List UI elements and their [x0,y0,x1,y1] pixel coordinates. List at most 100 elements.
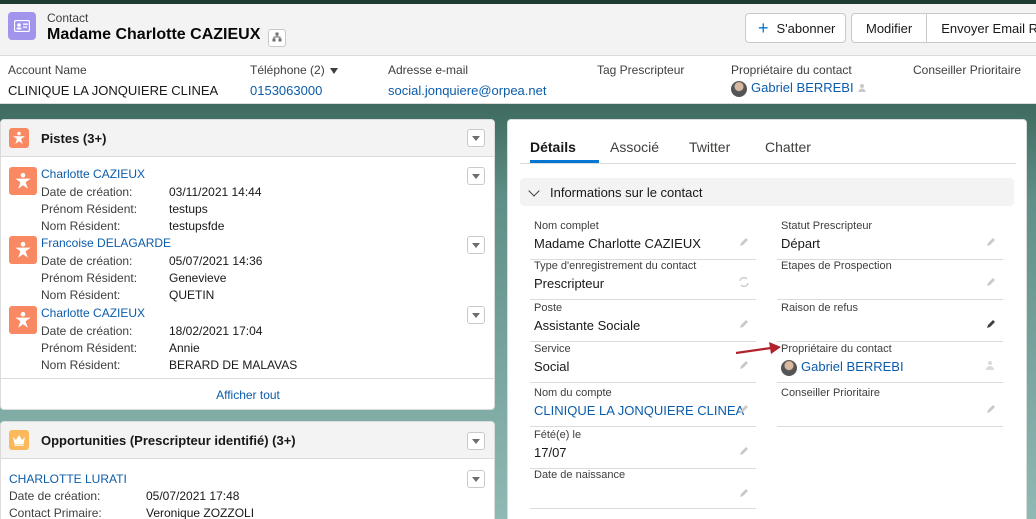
details-panel: Détails Associé Twitter Chatter Informat… [507,119,1027,519]
tab-chatter[interactable]: Chatter [765,139,811,155]
tab-twitter[interactable]: Twitter [689,139,730,155]
divider [1,378,494,379]
owner-link[interactable]: Gabriel BERREBI [751,80,854,95]
chevron-down-icon [528,185,540,197]
opportunities-card-menu-button[interactable] [467,432,485,450]
tag-label: Tag Prescripteur [597,63,685,77]
leads-card: Pistes (3+) Charlotte CAZIEUX Date de cr… [0,119,495,410]
highlight-owner: Propriétaire du contact Gabriel BERREBI [731,63,868,97]
contact-icon [8,12,36,40]
pencil-icon[interactable] [738,318,750,330]
section-contact-info[interactable]: Informations sur le contact [520,178,1014,206]
pencil-icon[interactable] [738,445,750,457]
record-header-top: Contact Madame Charlotte CAZIEUX + S'abo… [0,4,1036,56]
field-birthdate: Date de naissance [530,469,756,509]
highlight-account: Account Name CLINIQUE LA JONQUIERE CLINE… [8,63,218,98]
field-account-name: Nom du compte CLINIQUE LA JONQUIERE CLIN… [530,387,756,427]
account-link[interactable]: CLINIQUE LA JONQUIERE CLINEA [534,403,744,418]
tab-bar: Détails Associé Twitter Chatter [520,120,1016,164]
lead-row-menu-button[interactable] [467,167,485,185]
field-name-day: Fété(e) le 17/07 [530,429,756,469]
opportunities-card-header: Opportunities (Prescripteur identifié) (… [1,422,494,459]
change-record-type-icon[interactable] [738,276,750,288]
pencil-icon[interactable] [738,236,750,248]
lead-icon [9,128,29,148]
follow-button[interactable]: + S'abonner [745,13,846,43]
lead-name-link[interactable]: Charlotte CAZIEUX [41,306,145,320]
highlight-tag: Tag Prescripteur [597,63,684,77]
lead-icon [9,306,37,334]
lead-row-menu-button[interactable] [467,236,485,254]
edit-button[interactable]: Modifier [852,14,928,42]
chevron-down-icon [472,173,480,179]
follow-label: S'abonner [776,20,836,36]
field-department: Service Social [530,343,756,383]
advisor-label: Conseiller Prioritaire [913,63,1022,77]
plus-icon: + [758,18,769,38]
owner-value: Gabriel BERREBI [731,80,868,97]
leads-card-header: Pistes (3+) [1,120,494,157]
email-label: Adresse e-mail [388,63,469,77]
leads-card-menu-button[interactable] [467,129,485,147]
chevron-down-icon [472,476,480,482]
email-link[interactable]: social.jonquiere@orpea.net [388,83,546,98]
chevron-down-icon [329,67,338,74]
lead-icon [9,236,37,264]
page-title: Madame Charlotte CAZIEUX [47,26,261,43]
avatar [731,80,747,97]
send-email-rgpd-button[interactable]: Envoyer Email RGPD [927,14,1036,42]
avatar [781,359,797,376]
pencil-icon[interactable] [738,487,750,499]
opportunity-row-menu-button[interactable] [467,470,485,488]
field-prospection-stages: Etapes de Prospection [777,260,1003,300]
lead-name-link[interactable]: Francoise DELAGARDE [41,236,171,250]
change-owner-icon[interactable] [858,81,868,96]
active-tab-indicator [530,160,599,163]
leads-card-title[interactable]: Pistes (3+) [41,131,106,146]
lead-name-link[interactable]: Charlotte CAZIEUX [41,167,145,181]
highlight-phone: Téléphone (2) 0153063000 [250,63,338,98]
field-full-name: Nom complet Madame Charlotte CAZIEUX [530,220,756,260]
chevron-down-icon [472,312,480,318]
owner-link[interactable]: Gabriel BERREBI [801,359,904,374]
hierarchy-icon [272,31,282,45]
crown-icon [9,430,29,450]
chevron-down-icon [472,135,480,141]
account-value: CLINIQUE LA JONQUIERE CLINEA [8,83,219,98]
action-button-group: Modifier Envoyer Email RGPD [851,13,1036,43]
opportunities-card-title[interactable]: Opportunities (Prescripteur identifié) (… [41,433,296,448]
field-record-type: Type d'enregistrement du contact Prescri… [530,260,756,300]
pencil-icon[interactable] [738,403,750,415]
annotation-arrow-icon [735,342,781,355]
pencil-icon[interactable] [985,276,997,288]
lead-icon [9,167,37,195]
pencil-icon[interactable] [738,359,750,371]
pencil-icon[interactable] [985,318,997,330]
field-job-title: Poste Assistante Sociale [530,302,756,342]
tab-related[interactable]: Associé [610,139,659,155]
show-all-link[interactable]: Afficher tout [1,388,494,402]
field-prescriber-status: Statut Prescripteur Départ [777,220,1003,260]
phone-link[interactable]: 0153063000 [250,83,338,98]
section-title: Informations sur le contact [550,185,703,200]
chevron-down-icon [472,438,480,444]
primary-contact-link[interactable]: Veronique ZOZZOLI [146,506,254,519]
pencil-icon[interactable] [985,403,997,415]
phone-label[interactable]: Téléphone (2) [250,63,338,77]
hierarchy-button[interactable] [268,29,286,47]
field-contact-owner: Propriétaire du contact Gabriel BERREBI [777,343,1003,383]
highlight-email: Adresse e-mail social.jonquiere@orpea.ne… [388,63,546,98]
lead-row-menu-button[interactable] [467,306,485,324]
opportunity-name-link[interactable]: CHARLOTTE LURATI [9,472,127,486]
pencil-icon[interactable] [985,236,997,248]
opportunities-card: Opportunities (Prescripteur identifié) (… [0,421,495,519]
change-owner-icon[interactable] [985,359,997,371]
account-label: Account Name [8,63,87,77]
record-header: Contact Madame Charlotte CAZIEUX + S'abo… [0,4,1036,104]
highlight-advisor: Conseiller Prioritaire [913,63,1021,77]
tab-details[interactable]: Détails [530,139,576,155]
chevron-down-icon [472,242,480,248]
owner-label: Propriétaire du contact [731,63,852,77]
object-label: Contact [47,11,89,25]
field-refusal-reason: Raison de refus [777,302,1003,342]
